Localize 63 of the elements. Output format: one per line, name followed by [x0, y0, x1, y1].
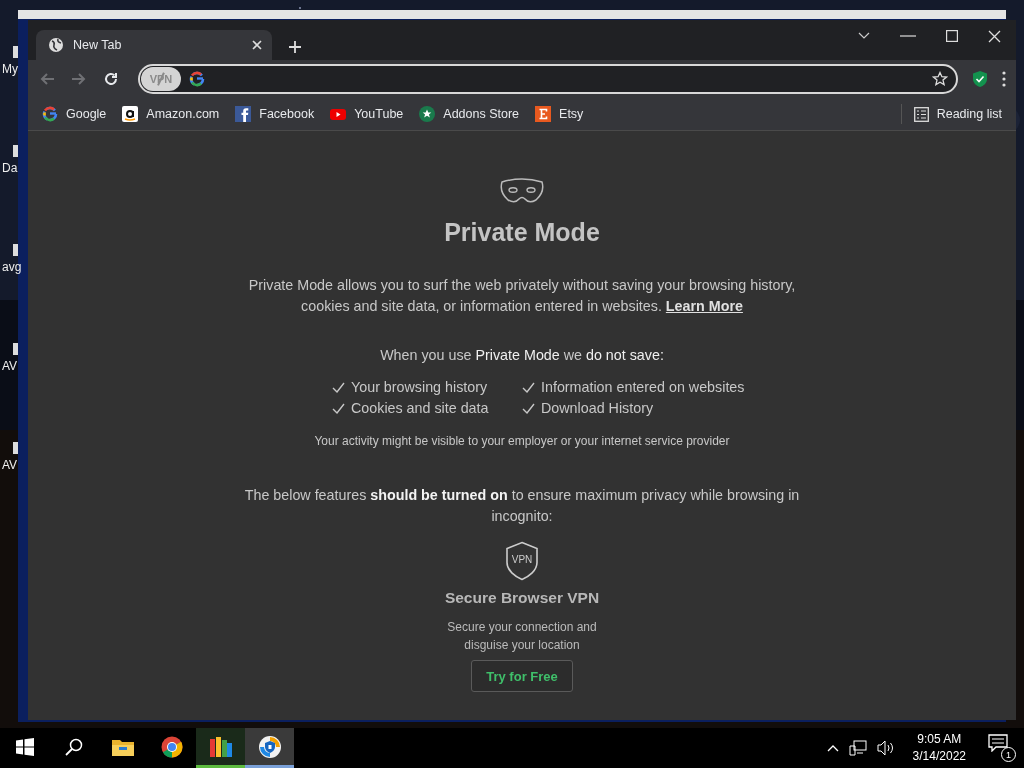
new-tab-button[interactable] [288, 40, 302, 54]
desktop-icon-label[interactable]: AV [0, 458, 18, 472]
try-for-free-button[interactable]: Try for Free [471, 660, 573, 692]
bookmark[interactable]: YouTube [330, 106, 404, 122]
checklist-item: Information entered on websites [541, 379, 745, 395]
colorful-bars-icon[interactable] [208, 734, 233, 759]
browser-tab[interactable]: New Tab [36, 30, 272, 60]
youtube-icon [330, 106, 347, 122]
feature-description: Secure your connection and disguise your location [446, 619, 598, 654]
clock[interactable]: 9:05 AM 3/14/2022 [904, 731, 974, 765]
check-icon [332, 402, 345, 414]
star-badge-icon [419, 106, 436, 122]
shield-lock-icon[interactable] [257, 734, 282, 759]
chrome-icon[interactable] [160, 735, 183, 758]
folder-icon[interactable] [111, 737, 134, 756]
globe-icon [48, 37, 64, 53]
desktop-icon-label[interactable]: Da [0, 161, 18, 175]
windows-start-icon[interactable] [15, 737, 34, 756]
bookmark[interactable]: Addons Store [419, 106, 520, 122]
notice-text: Your activity might be visible to your employer or your internet service provider [314, 434, 730, 448]
section-heading: When you use Private Mode we do not save: [380, 347, 664, 363]
desktop-icon-label[interactable]: AV [0, 359, 18, 373]
learn-more-link[interactable]: Learn More [665, 298, 743, 314]
checklist-item: Your browsing history [351, 379, 488, 395]
reload-button[interactable] [102, 70, 120, 88]
reading-list-button[interactable]: Reading list [900, 104, 1002, 124]
features-text: The below features should be turned on to ensure maximum privacy while browsing in incognito: [243, 486, 801, 526]
page-title: Private Mode [444, 218, 600, 247]
chevron-up-icon[interactable] [826, 744, 839, 752]
check-icon [522, 381, 535, 393]
check-icon [522, 402, 535, 414]
etsy-icon [535, 106, 552, 122]
notification-count: 1 [1001, 747, 1016, 762]
close-tab-button[interactable] [252, 40, 262, 50]
notification-button[interactable]: 1 [988, 734, 1016, 762]
bookmark[interactable]: Amazon.com [122, 106, 220, 122]
message-icon [988, 734, 1008, 752]
desktop-icon-label[interactable]: My [0, 62, 18, 76]
maximize-button[interactable] [946, 30, 958, 42]
intro-text: Private Mode allows you to surf the web privately without saving your browsing history, cookies and site data, or information entered in websites. Learn More [247, 276, 797, 316]
shield-check-icon[interactable] [972, 70, 988, 88]
checklist-item: Cookies and site data [351, 400, 489, 416]
bookmark[interactable]: Facebook [235, 106, 315, 122]
close-button[interactable] [988, 29, 1001, 43]
volume-icon[interactable] [876, 740, 895, 756]
mask-icon [498, 178, 546, 206]
check-icon [332, 381, 345, 393]
bookmark-star-icon[interactable] [932, 71, 948, 87]
network-icon[interactable] [848, 740, 867, 756]
tab-search-button[interactable] [858, 32, 870, 40]
bookmark[interactable]: Google [42, 106, 107, 122]
amazon-icon [122, 106, 139, 122]
bookmark[interactable]: Etsy [535, 106, 584, 122]
google-icon [42, 106, 58, 122]
list-icon [913, 106, 929, 122]
vpn-shield-icon: VPN [504, 541, 540, 581]
menu-icon[interactable] [1002, 71, 1006, 87]
feature-title: Secure Browser VPN [444, 589, 600, 607]
desktop-icon-label[interactable]: avg [0, 260, 22, 274]
facebook-icon [235, 106, 252, 122]
search-icon[interactable] [64, 737, 83, 756]
google-icon [189, 71, 205, 87]
checklist-item: Download History [541, 400, 654, 416]
